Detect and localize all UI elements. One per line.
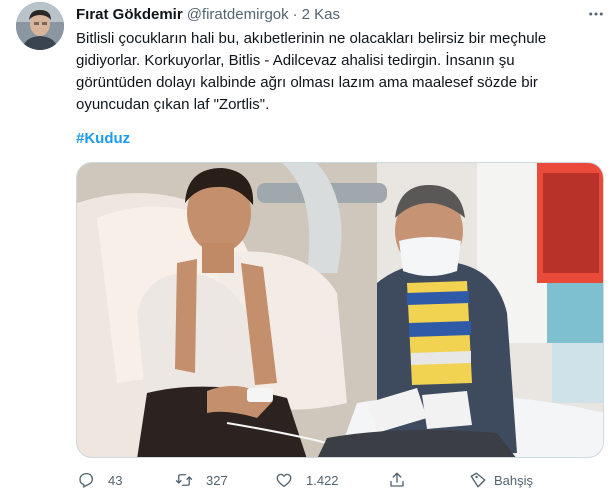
tweet-actions: 43 327 1.422 Bahşiş [76,468,533,492]
avatar[interactable] [16,2,64,50]
share-button[interactable] [387,468,407,492]
tip-button[interactable]: Bahşiş [468,468,533,492]
author-name[interactable]: Fırat Gökdemir [76,6,183,23]
tip-icon [468,470,488,490]
tweet[interactable]: Fırat Gökdemir @firatdemirgok · 2 Kas Bi… [0,0,614,495]
more-horizontal-icon [589,12,603,16]
retweet-icon [174,470,194,490]
tweet-header: Fırat Gökdemir @firatdemirgok · 2 Kas [76,6,340,24]
retweet-count: 327 [206,472,228,488]
like-button[interactable]: 1.422 [274,468,339,492]
more-options-button[interactable] [584,4,608,24]
tip-label: Bahşiş [494,472,534,488]
reply-icon [76,470,96,490]
heart-icon [274,470,294,490]
share-icon [387,470,407,490]
timestamp[interactable]: 2 Kas [302,6,340,23]
separator-dot: · [292,6,298,23]
retweet-button[interactable]: 327 [174,468,228,492]
author-handle[interactable]: @firatdemirgok [187,6,289,23]
tweet-photo[interactable] [76,162,604,458]
reply-count: 43 [108,472,123,488]
like-count: 1.422 [306,472,339,488]
tweet-text: Bitlisli çocukların hali bu, akıbetlerin… [76,30,547,113]
reply-button[interactable]: 43 [76,468,122,492]
hashtag-link[interactable]: #Kuduz [76,130,130,147]
